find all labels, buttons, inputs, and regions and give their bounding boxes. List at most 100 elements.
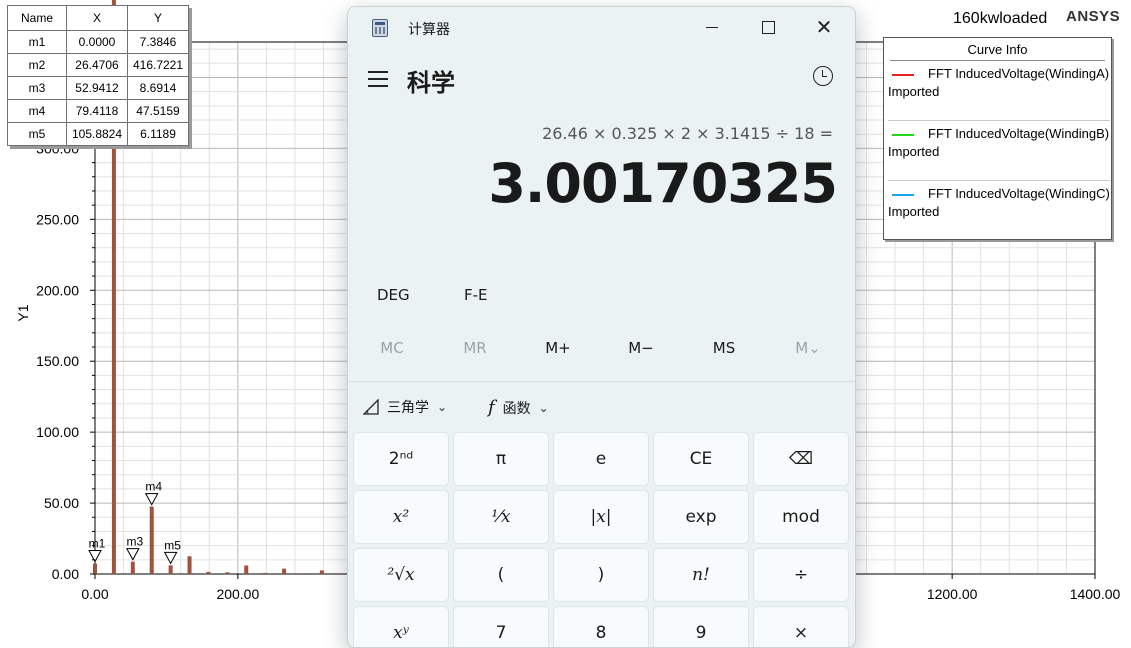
curve-info-title: Curve Info bbox=[890, 38, 1105, 61]
marker-x: 79.4118 bbox=[66, 99, 128, 123]
marker-y: 7.3846 bbox=[127, 30, 189, 54]
plot-markers: m1 m3 m4 m5 bbox=[88, 480, 181, 565]
y-tick-label: 0.00 bbox=[52, 566, 79, 582]
col-x-header: X bbox=[66, 5, 128, 31]
reciprocal-key[interactable]: ¹⁄x bbox=[453, 490, 549, 544]
table-row: m5 105.8824 6.1189 bbox=[7, 122, 189, 146]
table-row: m4 79.4118 47.5159 bbox=[7, 99, 189, 123]
ansys-logo: ANSYS bbox=[1066, 8, 1121, 25]
factorial-key[interactable]: n! bbox=[653, 548, 749, 602]
memory-list-button[interactable]: M⌄ bbox=[778, 339, 838, 357]
digit-9-key[interactable]: 9 bbox=[653, 606, 749, 647]
spectrum-bar bbox=[130, 561, 135, 574]
marker-x: 0.0000 bbox=[66, 30, 128, 54]
legend-item-source: Imported bbox=[888, 144, 940, 159]
memory-add-button[interactable]: M+ bbox=[528, 339, 588, 357]
second-function-key[interactable]: 2ⁿᵈ bbox=[353, 432, 449, 486]
curve-info-legend[interactable]: Curve Info FFT InducedVoltage(WindingA) … bbox=[883, 37, 1112, 240]
fe-notation-button[interactable]: F-E bbox=[464, 286, 488, 304]
backspace-key[interactable]: ⌫ bbox=[753, 432, 849, 486]
close-button[interactable]: ✕ bbox=[796, 7, 852, 47]
minimize-icon bbox=[706, 26, 718, 28]
close-paren-key[interactable]: ) bbox=[553, 548, 649, 602]
y-tick-label: 100.00 bbox=[36, 424, 79, 440]
euler-key[interactable]: e bbox=[553, 432, 649, 486]
digit-8-key[interactable]: 8 bbox=[553, 606, 649, 647]
chevron-down-icon: ⌄ bbox=[538, 400, 549, 415]
memory-recall-button[interactable]: MR bbox=[445, 339, 505, 357]
spectrum-bar bbox=[282, 568, 287, 574]
marker-y: 416.7221 bbox=[127, 53, 189, 77]
spectrum-bar bbox=[206, 571, 211, 574]
marker-name: m5 bbox=[7, 122, 67, 146]
legend-divider bbox=[888, 180, 1110, 181]
history-icon[interactable] bbox=[813, 66, 833, 86]
spectrum-bar bbox=[244, 565, 249, 574]
marker-name: m2 bbox=[7, 53, 67, 77]
spectrum-bar bbox=[187, 556, 192, 574]
pi-key[interactable]: π bbox=[453, 432, 549, 486]
title-bar[interactable]: 计算器 ✕ bbox=[348, 7, 855, 47]
marker-triangle-icon[interactable] bbox=[163, 551, 178, 565]
marker-x: 52.9412 bbox=[66, 76, 128, 100]
clear-entry-key[interactable]: CE bbox=[653, 432, 749, 486]
spectrum-bar bbox=[93, 563, 97, 574]
marker-table-header: Name X Y bbox=[7, 5, 189, 31]
angle-unit-button[interactable]: DEG bbox=[377, 286, 410, 304]
marker-x: 105.8824 bbox=[66, 122, 128, 146]
y-tick-label: 200.00 bbox=[36, 282, 79, 298]
navigation-menu-button[interactable] bbox=[368, 71, 388, 87]
digit-7-key[interactable]: 7 bbox=[453, 606, 549, 647]
x-tick-label: 0.00 bbox=[81, 586, 108, 602]
spectrum-bar bbox=[263, 572, 268, 574]
legend-line-icon bbox=[892, 74, 914, 76]
exp-key[interactable]: exp bbox=[653, 490, 749, 544]
col-name-header: Name bbox=[7, 5, 67, 31]
y-axis-label: Y1 bbox=[15, 304, 31, 321]
table-row: m2 26.4706 416.7221 bbox=[7, 53, 189, 77]
function-label: 函数 bbox=[502, 400, 531, 417]
legend-item-name: FFT InducedVoltage(WindingB) bbox=[928, 126, 1110, 141]
memory-store-button[interactable]: MS bbox=[694, 339, 754, 357]
calculator-window[interactable]: 计算器 ✕ 科学 26.46 × 0.325 × 2 × 3.1415 ÷ 18… bbox=[347, 6, 856, 648]
marker-y: 6.1189 bbox=[127, 122, 189, 146]
memory-clear-button[interactable]: MC bbox=[362, 339, 422, 357]
marker-triangle-icon[interactable] bbox=[125, 548, 140, 561]
legend-divider bbox=[888, 120, 1110, 121]
divide-key[interactable]: ÷ bbox=[753, 548, 849, 602]
table-row: m3 52.9412 8.6914 bbox=[7, 76, 189, 100]
result-display: 3.00170325 bbox=[488, 152, 838, 215]
open-paren-key[interactable]: ( bbox=[453, 548, 549, 602]
power-key[interactable]: xʸ bbox=[353, 606, 449, 647]
memory-subtract-button[interactable]: M− bbox=[611, 339, 671, 357]
trigonometry-menu[interactable]: 三角学 ⌄ bbox=[363, 397, 447, 417]
legend-item-source: Imported bbox=[888, 204, 940, 219]
spectrum-bar bbox=[149, 506, 154, 574]
minimize-button[interactable] bbox=[684, 7, 740, 47]
x-tick-label: 1400.00 bbox=[1070, 586, 1121, 602]
maximize-button[interactable] bbox=[740, 7, 796, 47]
function-menu[interactable]: f 函数 ⌄ bbox=[488, 397, 549, 418]
spectrum-bar bbox=[319, 570, 324, 574]
marker-y: 8.6914 bbox=[127, 76, 189, 100]
mod-key[interactable]: mod bbox=[753, 490, 849, 544]
multiply-key[interactable]: × bbox=[753, 606, 849, 647]
window-title: 计算器 bbox=[408, 22, 450, 38]
section-divider bbox=[348, 381, 855, 382]
y-tick-label: 50.00 bbox=[44, 495, 79, 511]
maximize-icon bbox=[761, 20, 775, 34]
spectrum-bar bbox=[168, 565, 173, 574]
x-tick-label: 200.00 bbox=[216, 586, 259, 602]
col-y-header: Y bbox=[127, 5, 189, 31]
table-row: m1 0.0000 7.3846 bbox=[7, 30, 189, 54]
spectrum-bar bbox=[300, 573, 305, 574]
marker-name: m4 bbox=[7, 99, 67, 123]
expression-display: 26.46 × 0.325 × 2 × 3.1415 ÷ 18 = bbox=[542, 124, 833, 143]
legend-line-icon bbox=[892, 194, 914, 196]
square-key[interactable]: x² bbox=[353, 490, 449, 544]
hamburger-icon-line bbox=[368, 85, 388, 87]
absolute-value-key[interactable]: |x| bbox=[553, 490, 649, 544]
calculator-app-icon bbox=[372, 19, 388, 37]
square-root-key[interactable]: ²√x bbox=[353, 548, 449, 602]
marker-name: m3 bbox=[7, 76, 67, 100]
